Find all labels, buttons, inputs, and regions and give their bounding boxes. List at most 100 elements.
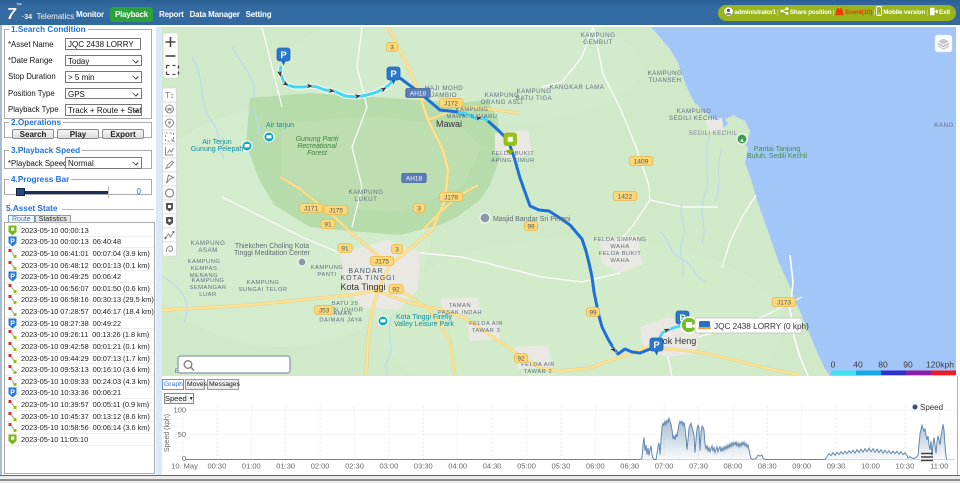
svg-text:120kph: 120kph [926, 360, 954, 370]
svg-text:01:00: 01:00 [242, 462, 261, 471]
svg-text:Mawai: Mawai [436, 119, 462, 129]
svg-text:Gunung Pelepah: Gunung Pelepah [191, 146, 244, 153]
svg-text:40: 40 [853, 360, 863, 370]
svg-text:FELDA BUKIT: FELDA BUKIT [492, 151, 535, 157]
svg-text:WAHA: WAHA [610, 244, 629, 250]
svg-text:09:00: 09:00 [792, 462, 811, 471]
svg-text:J173: J173 [777, 300, 791, 307]
svg-text:LUAR: LUAR [199, 292, 216, 298]
svg-text:FELDA BUKIT: FELDA BUKIT [599, 251, 642, 257]
svg-text:03:30: 03:30 [414, 462, 433, 471]
svg-text:P: P [10, 239, 15, 246]
svg-text:TAMAN: TAMAN [449, 303, 471, 309]
svg-text:KAMPUNG: KAMPUNG [517, 88, 552, 95]
svg-text:KAMPUNG: KAMPUNG [456, 107, 489, 113]
svg-text:3: 3 [390, 45, 394, 52]
svg-text:1422: 1422 [618, 194, 633, 201]
svg-text:01:30: 01:30 [276, 462, 295, 471]
svg-text:Thiekchen Choling Kota: Thiekchen Choling Kota [235, 243, 309, 250]
svg-text:JQC 2438 LORRY (0 kph): JQC 2438 LORRY (0 kph) [714, 322, 809, 331]
svg-text:TAWAR 3: TAWAR 3 [472, 328, 500, 334]
svg-text:WAHA: WAHA [610, 258, 629, 264]
svg-text:LUKUT: LUKUT [355, 196, 378, 203]
svg-text:ASAM: ASAM [198, 247, 218, 254]
svg-text:J175: J175 [329, 208, 343, 215]
svg-text:SEDILI KECHIL: SEDILI KECHIL [689, 131, 738, 137]
svg-text:Speed (kph): Speed (kph) [164, 414, 171, 452]
svg-text:FELDA AIR: FELDA AIR [469, 321, 503, 327]
svg-text:08:00: 08:00 [724, 462, 743, 471]
svg-text:Pantai Tanjung: Pantai Tanjung [754, 146, 800, 153]
svg-text:BATU TIGA: BATU TIGA [516, 95, 553, 102]
svg-text:50: 50 [178, 430, 186, 439]
svg-text:KAMPUNG: KAMPUNG [349, 189, 384, 196]
svg-text:P: P [280, 50, 287, 61]
svg-text:06:30: 06:30 [620, 462, 639, 471]
svg-text:AH18: AH18 [406, 176, 423, 183]
svg-text:P: P [10, 390, 15, 397]
svg-text:KAMPUNG: KAMPUNG [677, 108, 712, 115]
svg-text:Valley Leisure Park: Valley Leisure Park [394, 321, 454, 328]
svg-text:P: P [10, 274, 15, 281]
svg-text:3: 3 [395, 247, 399, 254]
svg-text:AH18: AH18 [410, 91, 427, 98]
svg-text:KAMPUNG: KAMPUNG [485, 92, 520, 99]
svg-text:11:00: 11:00 [930, 462, 948, 471]
svg-text:08:30: 08:30 [758, 462, 777, 471]
svg-text:92: 92 [392, 287, 400, 294]
svg-text:KEMPAS: KEMPAS [191, 266, 218, 272]
svg-text:99: 99 [527, 224, 535, 231]
svg-text:KAMPUNG: KAMPUNG [191, 240, 226, 247]
svg-text:09:30: 09:30 [827, 462, 846, 471]
svg-text:J171: J171 [304, 206, 318, 213]
svg-text:99: 99 [589, 310, 597, 317]
svg-text:SEDILI KECHIL: SEDILI KECHIL [669, 115, 719, 122]
svg-text:00:30: 00:30 [208, 462, 227, 471]
svg-text:91: 91 [324, 222, 332, 229]
svg-text:P: P [390, 69, 397, 80]
svg-text:91: 91 [341, 246, 349, 253]
svg-text:10:00: 10:00 [861, 462, 880, 471]
svg-text:P: P [653, 340, 660, 351]
svg-text:02:00: 02:00 [311, 462, 330, 471]
svg-text:02:30: 02:30 [345, 462, 364, 471]
svg-text:3: 3 [417, 206, 421, 213]
svg-text:Lok Heng: Lok Heng [658, 336, 697, 346]
svg-text:80: 80 [878, 360, 888, 370]
svg-text:07:00: 07:00 [655, 462, 674, 471]
svg-text:KAMPUNG: KAMPUNG [311, 265, 344, 271]
svg-text:04:30: 04:30 [483, 462, 502, 471]
svg-text:KANGKAR LAMA: KANGKAR LAMA [550, 84, 605, 91]
svg-text:KAMPUNG: KAMPUNG [648, 70, 683, 77]
svg-text:T↕: T↕ [165, 91, 174, 100]
svg-text:Tinggi Meditation Center: Tinggi Meditation Center [234, 250, 311, 257]
svg-text:P: P [10, 320, 15, 327]
svg-text:APING TIMUR: APING TIMUR [491, 158, 534, 164]
svg-text:TAWAR 2: TAWAR 2 [524, 369, 552, 375]
svg-text:Gunung Panti: Gunung Panti [296, 136, 339, 143]
svg-text:Buluh, Sedili Kechil: Buluh, Sedili Kechil [747, 153, 807, 160]
svg-text:10. May: 10. May [171, 462, 198, 471]
svg-text:SUNGAI TELOR: SUNGAI TELOR [238, 287, 287, 293]
svg-text:Air tarjun: Air tarjun [266, 122, 294, 129]
svg-text:FELDA AIR: FELDA AIR [521, 362, 555, 368]
svg-text:KAMPUNG: KAMPUNG [188, 259, 221, 265]
svg-text:100: 100 [173, 406, 186, 415]
svg-text:Recreational: Recreational [297, 143, 337, 150]
svg-text:FELDA SIMPANG: FELDA SIMPANG [594, 237, 647, 243]
svg-text:BATU 25: BATU 25 [332, 301, 359, 307]
svg-text:KAMPUNG: KAMPUNG [247, 280, 280, 286]
svg-text:10:30: 10:30 [896, 462, 915, 471]
svg-text:0: 0 [831, 360, 836, 370]
svg-text:GEMBUT: GEMBUT [583, 39, 612, 46]
svg-text:Kota Tinggi Firefly: Kota Tinggi Firefly [396, 314, 453, 321]
svg-text:JAMBIO: JAMBIO [431, 92, 457, 99]
svg-text:BANDAR: BANDAR [348, 268, 383, 275]
svg-text:90: 90 [903, 360, 913, 370]
svg-text:KAMPUNG: KAMPUNG [581, 32, 616, 39]
svg-text:06:00: 06:00 [586, 462, 605, 471]
svg-text:07:30: 07:30 [689, 462, 708, 471]
svg-text:J172: J172 [444, 101, 458, 108]
svg-text:Forest: Forest [307, 150, 328, 157]
svg-text:04:00: 04:00 [448, 462, 467, 471]
